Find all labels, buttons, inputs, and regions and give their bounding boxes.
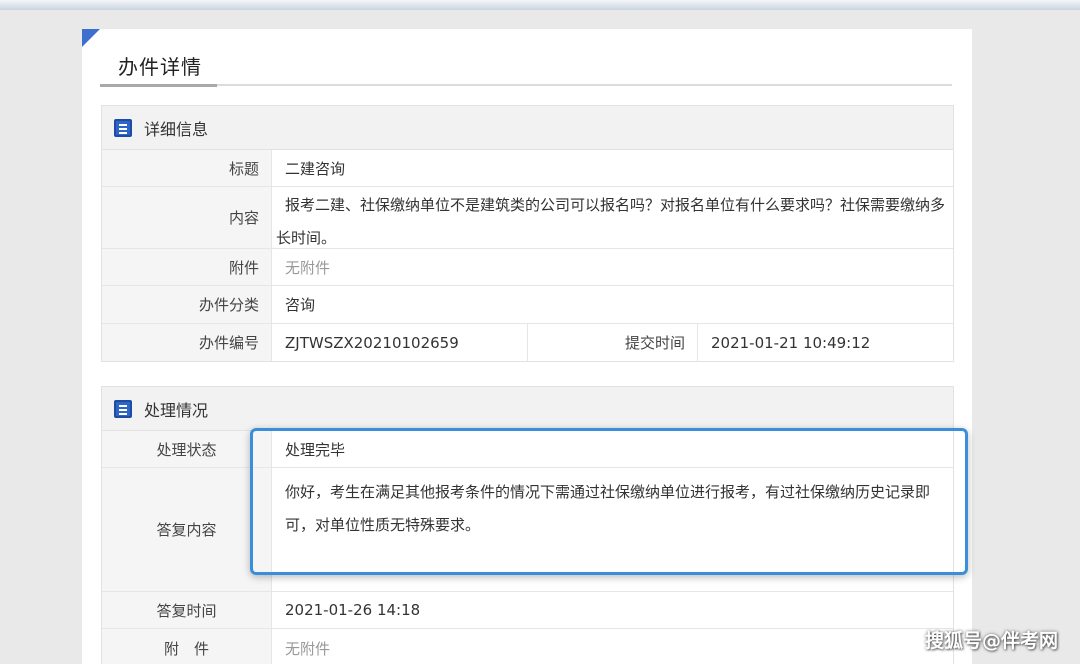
row-content: 内容 报考二建、社保缴纳单位不是建筑类的公司可以报名吗？对报名单位有什么要求吗？…	[102, 187, 953, 249]
value-number: ZJTWSZX20210102659	[272, 324, 528, 361]
value-title: 二建咨询	[285, 159, 346, 178]
watermark: 搜狐号@伴考网	[924, 630, 1058, 652]
label-reply: 答复内容	[102, 468, 272, 591]
reply-highlight-box	[250, 428, 968, 575]
detail-info-section: 详细信息 标题 二建咨询 内容 报考二建、社保缴纳单位不是建筑类的公司可以报名吗…	[101, 105, 954, 362]
corner-accent	[82, 29, 100, 47]
label-title: 标题	[102, 150, 272, 186]
row-attachment: 附件 无附件	[102, 249, 953, 286]
label-attachment: 附件	[102, 249, 272, 285]
label-content: 内容	[102, 187, 272, 248]
value-attachment: 无附件	[285, 258, 331, 277]
value-submit-time: 2021-01-21 10:49:12	[711, 333, 871, 352]
section-title: 详细信息	[144, 119, 209, 139]
row-category: 办件分类 咨询	[102, 286, 953, 324]
page-title: 办件详情	[118, 55, 202, 79]
handling-header: 处理情况	[102, 387, 953, 431]
value-handling-attachment: 无附件	[285, 639, 331, 658]
title-divider	[100, 84, 952, 86]
detail-info-header: 详细信息	[102, 106, 953, 150]
value-reply-time: 2021-01-26 14:18	[285, 601, 421, 619]
list-document-icon	[114, 399, 132, 418]
title-divider-accent	[100, 84, 217, 87]
row-number: 办件编号 ZJTWSZX20210102659 提交时间 2021-01-21 …	[102, 324, 953, 361]
label-number: 办件编号	[102, 324, 272, 361]
browser-top-strip	[0, 0, 1080, 10]
label-reply-time: 答复时间	[102, 592, 272, 628]
label-status: 处理状态	[102, 431, 272, 467]
value-content: 报考二建、社保缴纳单位不是建筑类的公司可以报名吗？对报名单位有什么要求吗？社保需…	[276, 196, 946, 247]
list-document-icon	[114, 118, 132, 137]
value-category: 咨询	[285, 296, 316, 314]
row-title: 标题 二建咨询	[102, 150, 953, 187]
row-reply-time: 答复时间 2021-01-26 14:18	[102, 592, 953, 629]
section-title: 处理情况	[144, 400, 209, 420]
label-handling-attachment: 附 件	[102, 629, 272, 664]
label-category: 办件分类	[102, 286, 272, 323]
row-handling-attachment: 附 件 无附件	[102, 629, 953, 664]
label-submit-time: 提交时间	[528, 324, 698, 361]
